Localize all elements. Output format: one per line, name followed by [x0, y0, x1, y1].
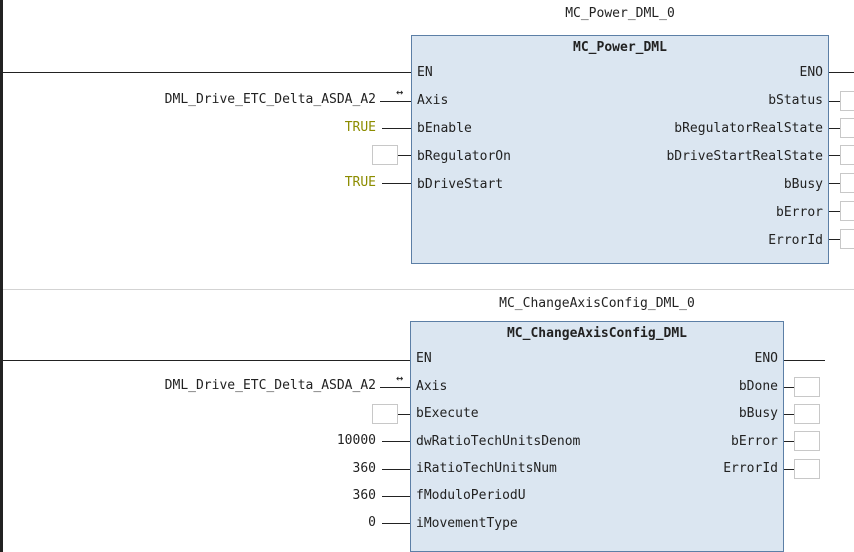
axis-wire-1 [380, 101, 411, 102]
denom-wire [382, 441, 410, 442]
bdrivestart-wire [382, 183, 411, 184]
fb-mc-power-dml[interactable]: MC_Power_DML EN Axis bEnable bRegulatorO… [411, 35, 829, 264]
bbusy-output-slot-2[interactable] [794, 404, 820, 424]
bbusy-wire-2 [784, 414, 794, 415]
modulo-value[interactable]: 360 [353, 486, 376, 506]
berror-output-slot-2[interactable] [794, 431, 820, 451]
bexecute-empty-input[interactable] [372, 404, 398, 424]
pin-fmoduloperiodu: fModuloPeriodU [416, 488, 526, 503]
inout-arrow-icon-2: ↔ [396, 371, 404, 385]
pin-bregulatoron: bRegulatorOn [417, 149, 511, 164]
pin-errorid-2: ErrorId [723, 461, 778, 476]
left-power-rail [0, 0, 3, 552]
fb-type-power: MC_Power_DML [573, 40, 667, 55]
errorid-output-slot-1[interactable] [840, 229, 854, 249]
errorid-wire-2 [784, 469, 794, 470]
pin-berror: bError [776, 205, 823, 220]
pin-errorid: ErrorId [768, 233, 823, 248]
en-wire-2 [3, 360, 411, 361]
errorid-wire-1 [829, 239, 840, 240]
bdrivestartrealstate-wire [829, 155, 840, 156]
bregulatorrealstate-output-slot[interactable] [840, 118, 854, 138]
modulo-wire [382, 496, 410, 497]
pin-bdrivestartrealstate: bDriveStartRealState [666, 149, 823, 164]
network-separator [3, 289, 854, 290]
benable-value[interactable]: TRUE [345, 118, 376, 138]
num-value[interactable]: 360 [353, 459, 376, 479]
denom-value[interactable]: 10000 [337, 431, 376, 451]
pin-bregulatorrealstate: bRegulatorRealState [674, 121, 823, 136]
pin-imovementtype: iMovementType [416, 516, 518, 531]
pin-berror-2: bError [731, 434, 778, 449]
axis-variable-1[interactable]: DML_Drive_ETC_Delta_ASDA_A2 [165, 90, 376, 110]
movement-wire [382, 523, 410, 524]
pin-dwratiotechunitsdenom: dwRatioTechUnitsDenom [416, 434, 581, 449]
fb-instance-name-power[interactable]: MC_Power_DML_0 [412, 6, 828, 21]
fb-instance-name-changeaxis[interactable]: MC_ChangeAxisConfig_DML_0 [410, 296, 784, 311]
inout-arrow-icon: ↔ [396, 85, 404, 99]
pin-benable: bEnable [417, 121, 472, 136]
bregulatorrealstate-wire [829, 128, 840, 129]
bstatus-output-slot[interactable] [840, 91, 854, 111]
en-wire-1 [3, 72, 412, 73]
bdrivestart-value[interactable]: TRUE [345, 173, 376, 193]
eno-wire-2 [784, 360, 825, 361]
pin-iratiotechunitsnum: iRatioTechUnitsNum [416, 461, 557, 476]
pin-axis-2: Axis [416, 379, 448, 394]
berror-wire-1 [829, 211, 840, 212]
errorid-output-slot-2[interactable] [794, 459, 820, 479]
bexecute-wire [398, 414, 410, 415]
pin-eno: ENO [799, 65, 823, 80]
eno-wire-1 [829, 72, 854, 73]
pin-en: EN [417, 65, 433, 80]
pin-bstatus: bStatus [768, 93, 823, 108]
pin-eno-2: ENO [754, 351, 778, 366]
berror-output-slot-1[interactable] [840, 201, 854, 221]
bdone-wire [784, 387, 794, 388]
bstatus-wire [829, 101, 840, 102]
axis-wire-2 [380, 387, 410, 388]
fb-type-changeaxis: MC_ChangeAxisConfig_DML [506, 326, 687, 341]
pin-bdone: bDone [738, 379, 778, 394]
ladder-editor: MC_Power_DML_0 MC_Power_DML EN Axis bEna… [0, 0, 854, 552]
movement-value[interactable]: 0 [368, 513, 376, 533]
fb-mc-changeaxisconfig-dml[interactable]: MC_ChangeAxisConfig_DML EN Axis bExecute… [410, 321, 784, 552]
bdone-output-slot[interactable] [794, 377, 820, 397]
benable-wire [382, 128, 411, 129]
bregulatoron-wire [398, 155, 411, 156]
pin-bdrivestart: bDriveStart [417, 177, 504, 192]
pin-bbusy-2: bBusy [738, 406, 778, 421]
pin-bbusy: bBusy [783, 177, 823, 192]
berror-wire-2 [784, 441, 794, 442]
pin-bexecute: bExecute [416, 406, 479, 421]
pin-en-2: EN [416, 351, 432, 366]
pin-axis: Axis [417, 93, 449, 108]
bbusy-output-slot-1[interactable] [840, 173, 854, 193]
num-wire [382, 469, 410, 470]
axis-variable-2[interactable]: DML_Drive_ETC_Delta_ASDA_A2 [165, 376, 376, 396]
bbusy-wire-1 [829, 183, 840, 184]
bdrivestartrealstate-output-slot[interactable] [840, 145, 854, 165]
bregulatoron-empty-input[interactable] [372, 145, 398, 165]
